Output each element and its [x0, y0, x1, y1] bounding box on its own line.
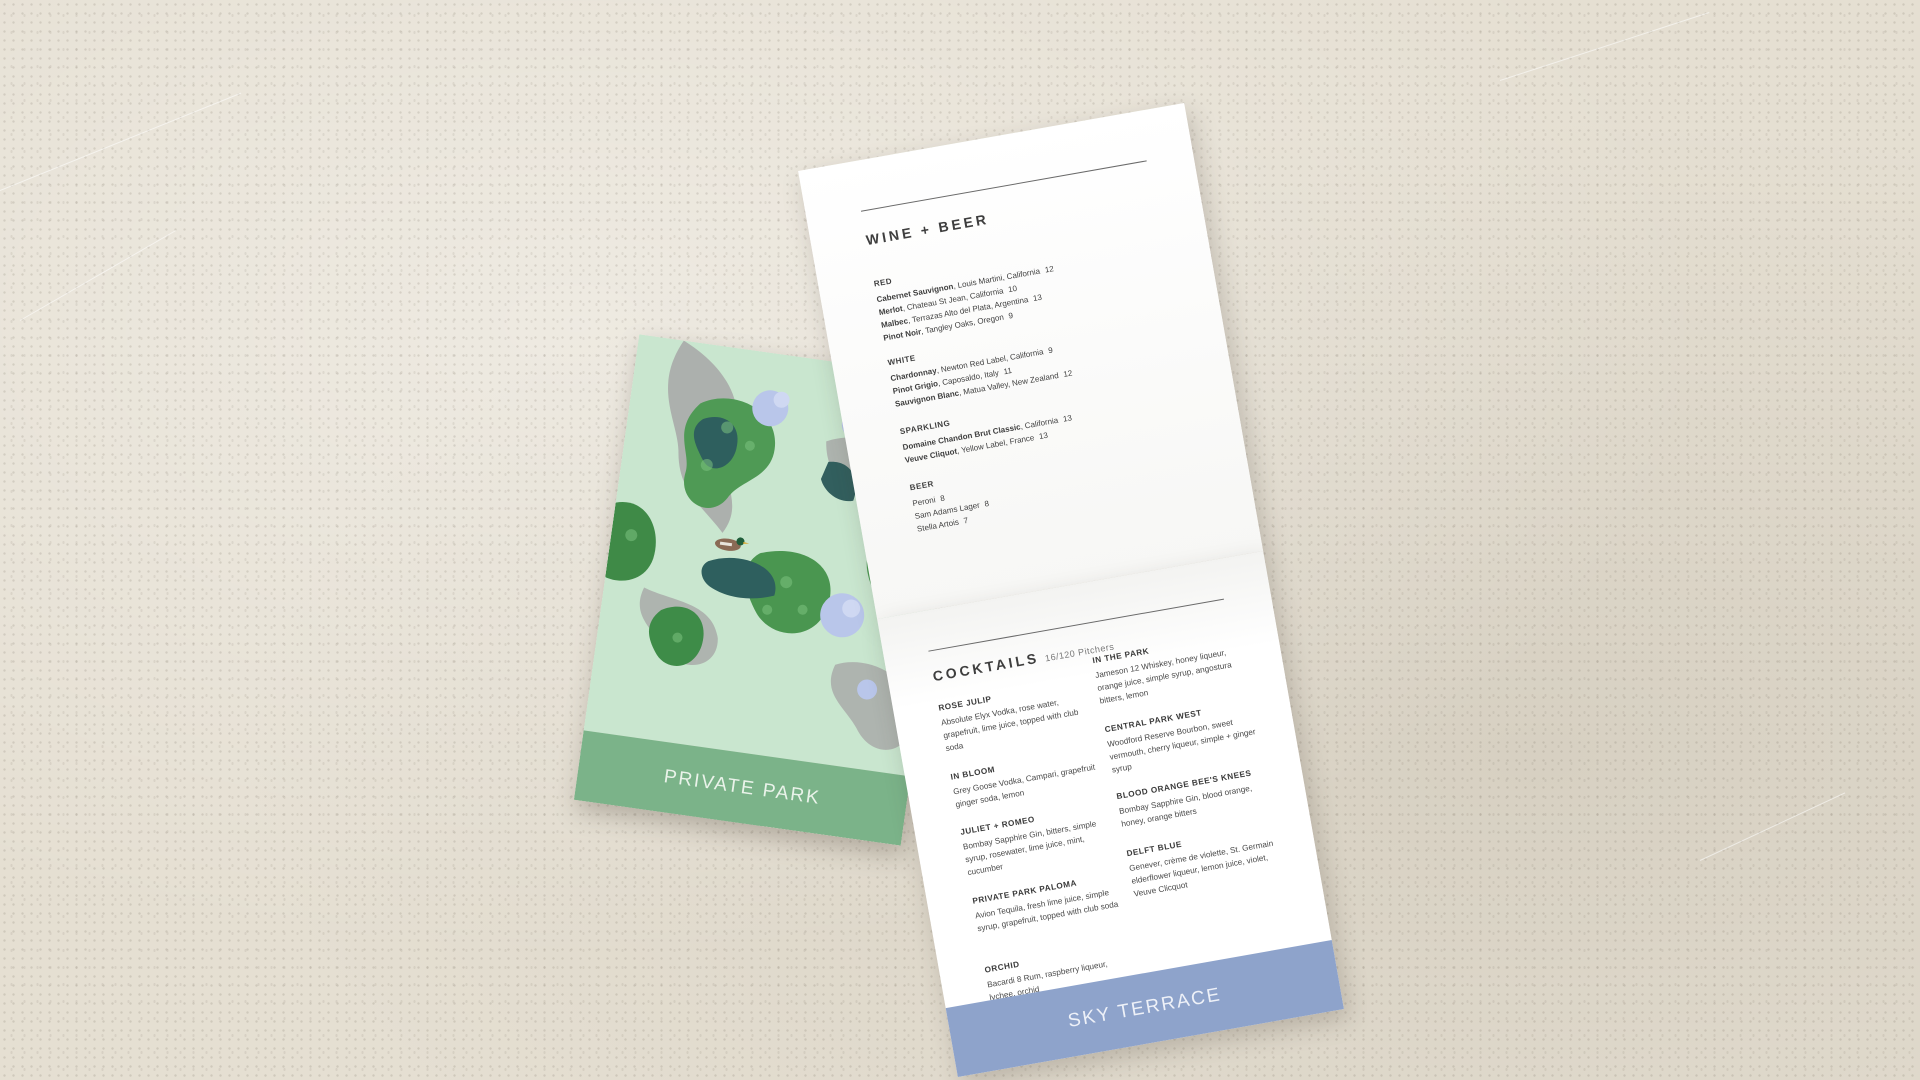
sky-terrace-label: SKY TERRACE: [1066, 984, 1224, 1032]
cocktails-title: COCKTAILS: [931, 649, 1041, 685]
cocktail-item: IN THE PARK Jameson 12 Whiskey, honey liq…: [1091, 646, 1233, 706]
cocktails-panel: COCKTAILS 16/120 Pitchers ROSE JULIP Absol…: [877, 551, 1344, 1078]
cocktail-item: DELFT BLUE Genever, crème de violette, St…: [1125, 838, 1274, 899]
cocktail-item: IN BLOOM Grey Goose Vodka, Campari, grape…: [949, 762, 1096, 810]
cocktail-item: JULIET + ROMEO Bombay Sapphire Gin, bitte…: [959, 814, 1097, 878]
cocktail-item: ROSE JULIP Absolute Elyx Vodka, rose wate…: [937, 694, 1080, 754]
cocktail-item: CENTRAL PARK WEST Woodford Reserve Bourbo…: [1104, 708, 1257, 775]
beer-section: BEER Peroni 8 Sam Adams Lager 8 Stella Art…: [909, 468, 993, 535]
private-park-label: PRIVATE PARK: [662, 766, 822, 809]
heading-rule: [860, 160, 1147, 212]
cocktail-item: BLOOD ORANGE BEE'S KNEES Bombay Sapphire …: [1115, 768, 1253, 829]
wine-beer-panel: WINE + BEER RED Cabernet Sauvignon, Loui…: [798, 102, 1264, 620]
cocktails-heading: COCKTAILS 16/120 Pitchers: [931, 637, 1115, 685]
wine-beer-heading: WINE + BEER: [864, 210, 991, 249]
cocktail-item: PRIVATE PARK PALOMA Avion Tequila, fresh …: [971, 878, 1119, 934]
wine-section-sparkling: SPARKLING Domaine Chandon Brut Classic, …: [899, 396, 1075, 467]
